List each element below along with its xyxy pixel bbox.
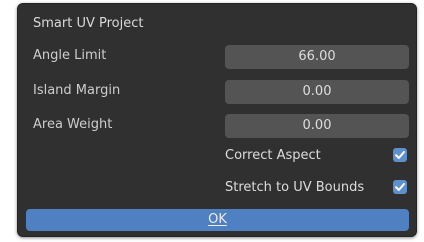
stretch-to-uv-bounds-option[interactable]: Stretch to UV Bounds: [225, 178, 409, 200]
island-margin-label: Island Margin: [33, 83, 121, 98]
ok-button[interactable]: OK: [26, 209, 409, 231]
smart-uv-project-dialog: Smart UV Project Angle Limit 66.00 Islan…: [17, 3, 417, 237]
area-weight-field[interactable]: 0.00: [225, 114, 409, 138]
stretch-to-uv-bounds-label: Stretch to UV Bounds: [225, 180, 365, 195]
correct-aspect-label: Correct Aspect: [225, 148, 321, 163]
check-icon: [395, 151, 405, 159]
angle-limit-field[interactable]: 66.00: [225, 45, 409, 69]
check-icon: [395, 183, 405, 191]
angle-limit-label: Angle Limit: [33, 48, 107, 63]
stretch-to-uv-bounds-checkbox[interactable]: [393, 180, 407, 194]
dialog-title: Smart UV Project: [33, 16, 144, 31]
area-weight-label: Area Weight: [33, 117, 113, 132]
correct-aspect-option[interactable]: Correct Aspect: [225, 146, 409, 168]
correct-aspect-checkbox[interactable]: [393, 148, 407, 162]
island-margin-row: Island Margin 0.00: [18, 80, 416, 104]
island-margin-field[interactable]: 0.00: [225, 80, 409, 104]
area-weight-row: Area Weight 0.00: [18, 114, 416, 138]
angle-limit-row: Angle Limit 66.00: [18, 45, 416, 69]
ok-button-label: OK: [208, 212, 227, 227]
